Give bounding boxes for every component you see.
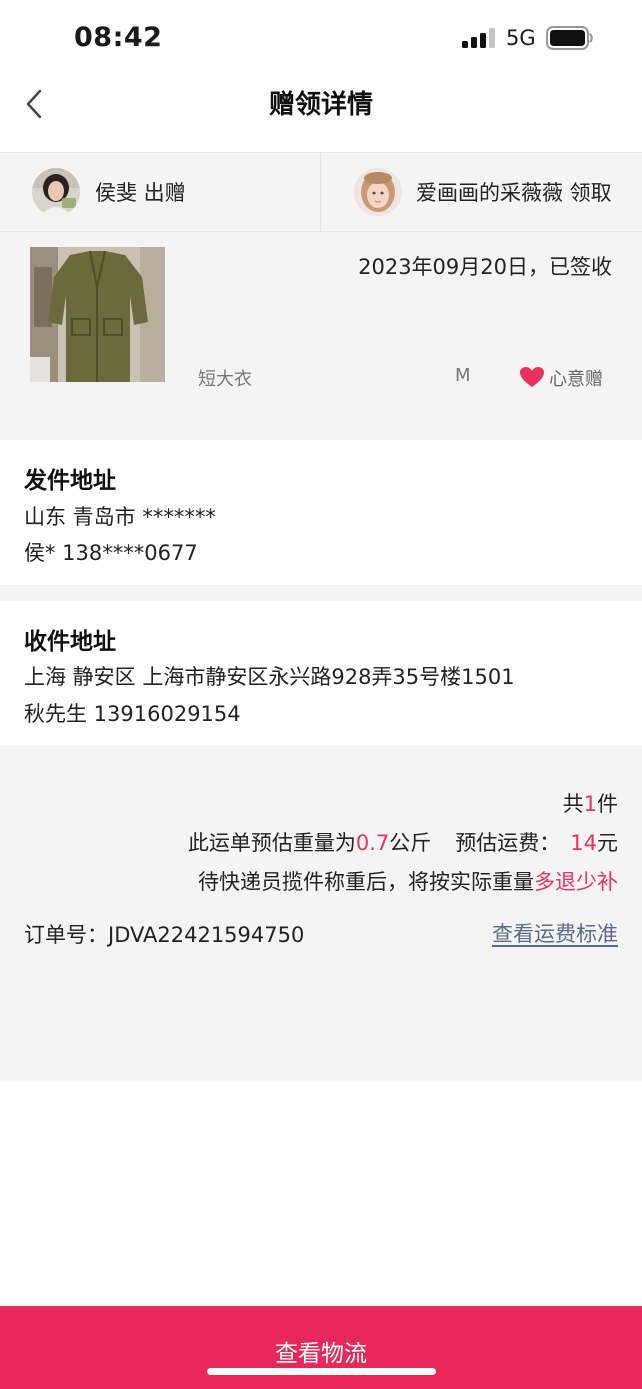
sign-status-date: 2023年09月20日，已签收 (358, 255, 612, 279)
weight-value: 0.7 (355, 831, 390, 855)
receiver-address-location: 上海 静安区 上海市静安区永兴路928弄35号楼1501 (24, 665, 515, 689)
order-number-value: JDVA22421594750 (108, 923, 305, 947)
page-title: 赠领详情 (268, 90, 373, 120)
view-logistics-button[interactable]: 查看物流 (0, 1306, 642, 1389)
section-divider (0, 585, 642, 601)
reweigh-note-highlight: 多退少补 (534, 870, 618, 894)
sender-address-location: 山东 青岛市 ******* (24, 505, 216, 529)
receiver-avatar[interactable] (354, 168, 402, 216)
order-number-label: 订单号： (24, 923, 108, 947)
fee-standard-link[interactable]: 查看运费标准 (492, 918, 618, 948)
heart-icon (520, 367, 544, 387)
giver-avatar[interactable] (32, 168, 80, 216)
cellular-signal-icon (462, 28, 495, 48)
network-type: 5G (506, 26, 536, 50)
sender-address-heading: 发件地址 (24, 468, 116, 494)
shipping-info-panel (0, 745, 642, 1082)
reweigh-note-prefix: 待快递员揽件称重后，将按实际重量 (198, 870, 534, 894)
view-logistics-label: 查看物流 (275, 1341, 367, 1367)
receiver-address-heading: 收件地址 (24, 629, 116, 655)
order-number: 订单号：JDVA22421594750 (24, 919, 304, 949)
receiver-address-contact: 秋先生 13916029154 (24, 702, 241, 726)
fee-label: 预估运费： (455, 831, 561, 855)
fee-unit: 元 (597, 831, 618, 855)
weight-fee-line: 此运单预估重量为0.7公斤 预估运费： 14元 (188, 827, 618, 857)
item-count: 共1件 (563, 788, 618, 818)
gift-type-label: 心意赠 (549, 369, 603, 390)
status-time: 08:42 (74, 22, 163, 53)
item-count-suffix: 件 (597, 792, 618, 816)
reweigh-note: 待快递员揽件称重后，将按实际重量多退少补 (198, 866, 618, 896)
home-indicator[interactable] (207, 1368, 436, 1375)
party-divider (320, 152, 321, 232)
fee-value: 14 (570, 831, 597, 855)
weight-unit: 公斤 (389, 831, 432, 855)
item-count-prefix: 共 (562, 792, 584, 816)
giver-label: 侯斐 出赠 (95, 181, 186, 205)
item-name: 短大衣 (198, 369, 252, 390)
item-count-value: 1 (583, 792, 597, 816)
receiver-label: 爱画画的采薇薇 领取 (416, 181, 612, 205)
weight-prefix: 此运单预估重量为 (187, 831, 356, 855)
sender-address-contact: 侯* 138****0677 (24, 541, 198, 565)
battery-icon (546, 26, 593, 50)
item-photo[interactable] (30, 247, 165, 382)
item-size: M (455, 365, 471, 386)
